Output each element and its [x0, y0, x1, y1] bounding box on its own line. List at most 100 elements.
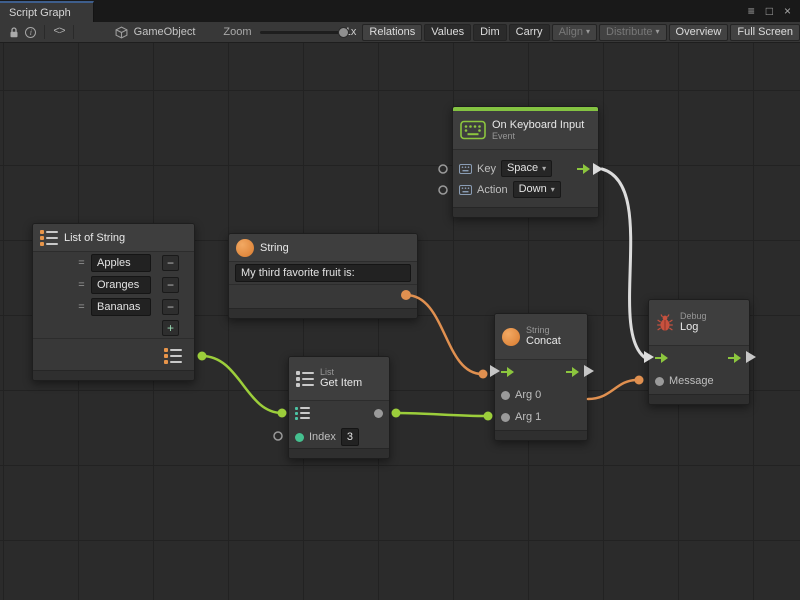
list-item-field[interactable]: Apples: [91, 254, 151, 272]
string-output-section: [229, 284, 417, 310]
node-header[interactable]: Debug Log: [649, 300, 749, 346]
graph-toolbar: i <> GameObject Zoom 1x Relations Values…: [0, 22, 800, 43]
tab-label: Script Graph: [9, 7, 71, 19]
node-string-literal[interactable]: String My third favorite fruit is:: [228, 233, 418, 319]
node-header[interactable]: List of String: [33, 224, 194, 252]
zoom-slider[interactable]: [260, 31, 339, 34]
arg0-input-port[interactable]: [501, 391, 510, 400]
arg1-input-port[interactable]: [501, 413, 510, 422]
node-get-item[interactable]: List Get Item Index 3: [288, 356, 390, 459]
flow-output-port[interactable]: [566, 366, 581, 378]
arg0-row: Arg 0: [495, 384, 587, 406]
fullscreen-button[interactable]: Full Screen: [730, 24, 800, 41]
node-concat[interactable]: String Concat Arg 0 Arg 1: [494, 313, 588, 441]
message-row: Message: [649, 370, 749, 392]
zoom-slider-handle[interactable]: [338, 27, 349, 38]
code-view-icon[interactable]: <>: [50, 24, 67, 41]
chevron-down-icon: ▾: [656, 27, 660, 36]
arg0-label: Arg 0: [515, 389, 541, 401]
node-debug-log[interactable]: Debug Log Message: [648, 299, 750, 405]
action-label: Action: [477, 184, 508, 196]
node-header[interactable]: On Keyboard Input Event: [453, 111, 598, 150]
node-category: String: [526, 325, 561, 335]
window-controls: ≡ □ ×: [739, 0, 800, 22]
node-title: Get Item: [320, 377, 362, 390]
list-item-field[interactable]: Bananas: [91, 298, 151, 316]
chevron-down-icon: ▾: [586, 27, 590, 36]
toolbar-separator: [44, 25, 45, 39]
wire-getitem-to-concat[interactable]: [396, 413, 488, 416]
window-close-icon[interactable]: ×: [784, 5, 791, 17]
wire-concat-to-log[interactable]: [588, 380, 637, 399]
index-row: Index 3: [289, 425, 389, 449]
carry-button[interactable]: Carry: [509, 24, 550, 41]
node-list-of-string[interactable]: List of String = Apples − = Oranges − = …: [32, 223, 195, 381]
message-input-port[interactable]: [655, 377, 664, 386]
chevron-down-icon: ▾: [542, 161, 546, 176]
node-title: String: [260, 242, 289, 254]
list-input-port-icon[interactable]: [295, 407, 310, 420]
list-item-field[interactable]: Oranges: [91, 276, 151, 294]
action-type-icon: [459, 185, 472, 195]
action-row: Action Down▾: [453, 179, 598, 200]
values-button[interactable]: Values: [424, 24, 471, 41]
arg1-label: Arg 1: [515, 411, 541, 423]
index-input-port-outer[interactable]: [274, 432, 282, 440]
node-footer: [33, 370, 194, 380]
gameobject-label[interactable]: GameObject: [134, 26, 196, 38]
key-input-port[interactable]: [439, 165, 447, 173]
add-item-row: +: [33, 318, 194, 338]
list-input-row: [289, 401, 389, 425]
gameobject-cube-icon: [112, 24, 129, 41]
distribute-dropdown[interactable]: Distribute▾: [599, 24, 666, 41]
list-item-row: = Apples −: [33, 252, 194, 274]
node-title: Concat: [526, 335, 561, 348]
index-label: Index: [309, 431, 336, 443]
node-footer: [289, 448, 389, 458]
window-menu-icon[interactable]: ≡: [748, 5, 755, 17]
action-input-port[interactable]: [439, 186, 447, 194]
flow-input-port[interactable]: [501, 366, 516, 378]
flow-output-port[interactable]: [728, 352, 743, 364]
item-handle-icon: =: [77, 279, 86, 291]
relations-button[interactable]: Relations: [362, 24, 422, 41]
remove-item-button[interactable]: −: [162, 299, 179, 315]
string-value-field[interactable]: My third favorite fruit is:: [235, 264, 411, 282]
info-icon[interactable]: i: [22, 24, 39, 41]
node-header[interactable]: String: [229, 234, 417, 262]
action-dropdown[interactable]: Down▾: [513, 181, 561, 198]
key-dropdown[interactable]: Space▾: [501, 160, 552, 177]
index-field[interactable]: 3: [341, 428, 359, 446]
node-title: Log: [680, 321, 707, 334]
item-handle-icon: =: [77, 301, 86, 313]
remove-item-button[interactable]: −: [162, 255, 179, 271]
item-handle-icon: =: [77, 257, 86, 269]
remove-item-button[interactable]: −: [162, 277, 179, 293]
wire-keyboard-to-log[interactable]: [602, 169, 644, 357]
node-header[interactable]: String Concat: [495, 314, 587, 360]
window-maximize-icon[interactable]: □: [766, 5, 773, 17]
node-title: List of String: [64, 232, 125, 244]
node-header[interactable]: List Get Item: [289, 357, 389, 401]
flow-row: [649, 346, 749, 370]
dim-button[interactable]: Dim: [473, 24, 507, 41]
lock-icon[interactable]: [5, 24, 22, 41]
list-output-section: [33, 338, 194, 372]
chevron-down-icon: ▾: [551, 182, 555, 197]
node-footer: [453, 207, 598, 217]
wire-list-to-getitem[interactable]: [202, 356, 282, 413]
message-label: Message: [669, 375, 714, 387]
list-item-row: = Bananas −: [33, 296, 194, 318]
node-on-keyboard-input[interactable]: On Keyboard Input Event Key Space▾ Actio…: [452, 106, 599, 218]
overview-button[interactable]: Overview: [669, 24, 729, 41]
flow-input-port[interactable]: [655, 352, 670, 364]
list-output-port-icon[interactable]: [164, 348, 182, 364]
add-item-button[interactable]: +: [162, 320, 179, 336]
keyboard-icon: [460, 120, 486, 140]
index-input-port[interactable]: [295, 433, 304, 442]
align-dropdown[interactable]: Align▾: [552, 24, 597, 41]
tab-script-graph[interactable]: Script Graph: [0, 1, 94, 22]
item-output-port[interactable]: [374, 409, 383, 418]
flow-output-port[interactable]: [577, 163, 592, 175]
graph-canvas[interactable]: On Keyboard Input Event Key Space▾ Actio…: [0, 43, 800, 600]
